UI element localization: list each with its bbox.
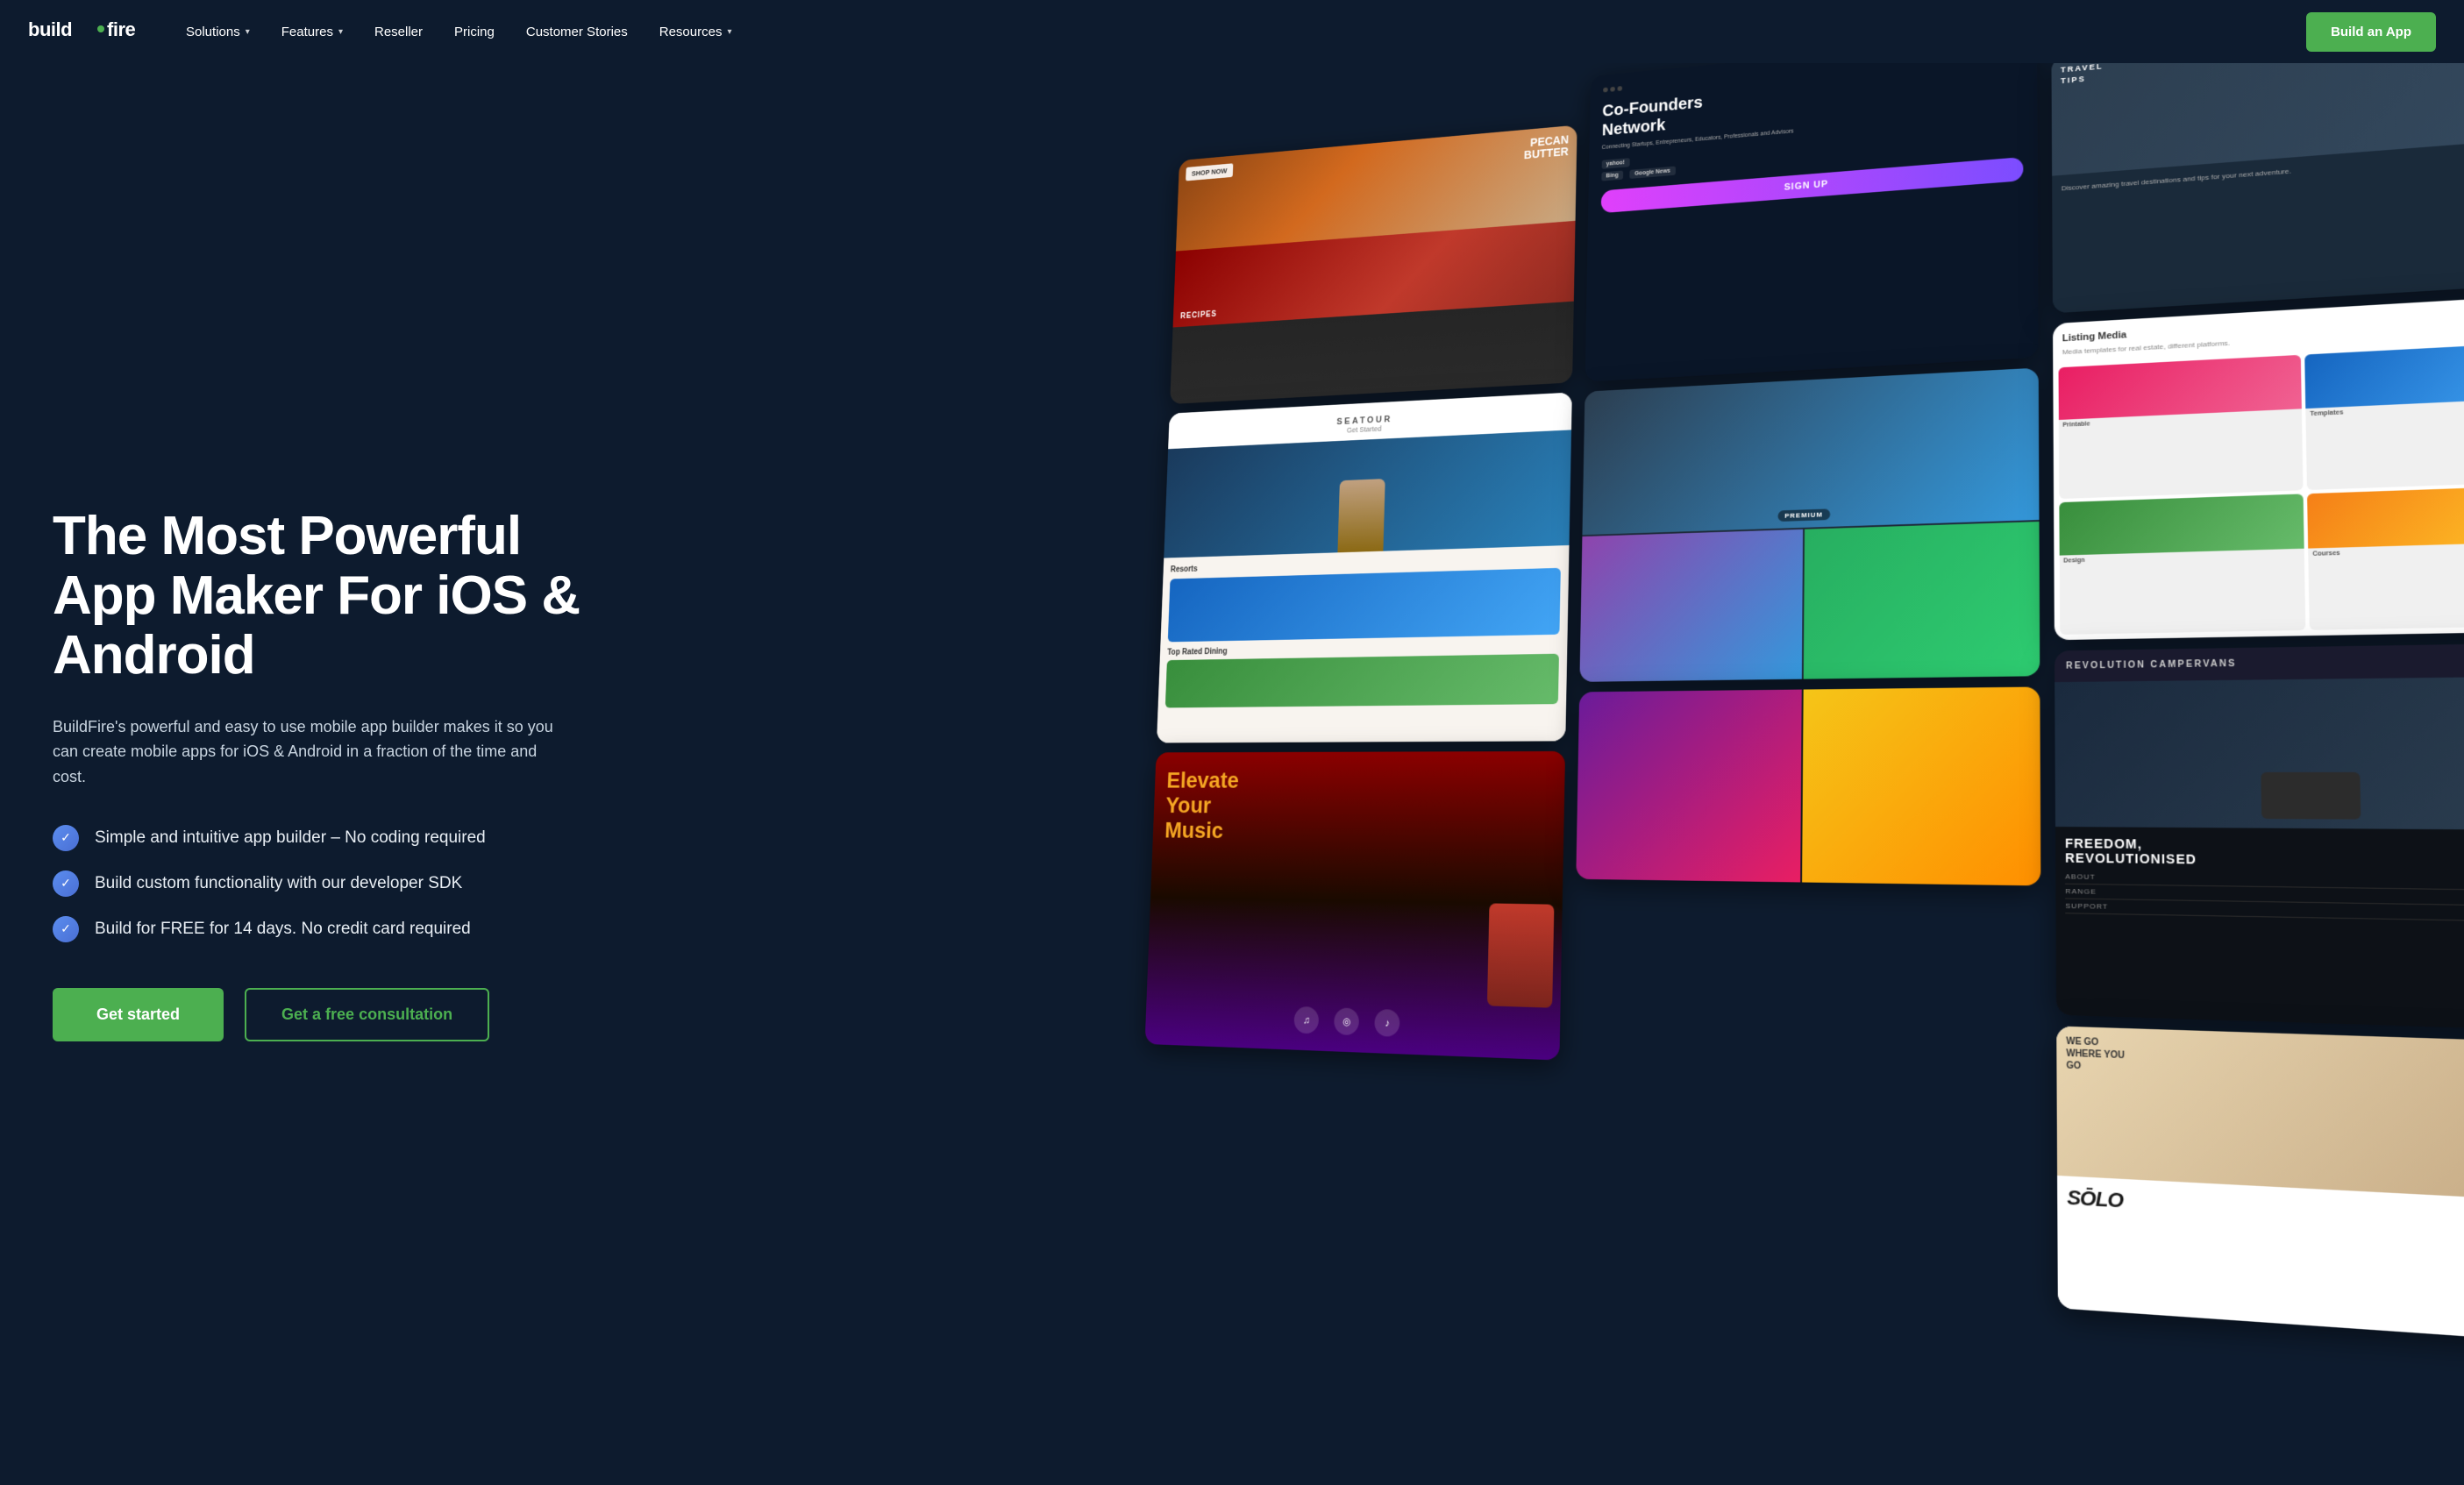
dining-image [1165, 654, 1559, 708]
music-performer-image [1487, 903, 1555, 1007]
van-header: REVOLUTION CAMPERVANS [2055, 643, 2464, 682]
check-icon-3: ✓ [53, 916, 79, 942]
food-app-mockup: SHOP NOW PECANBUTTER RECIPES [1170, 125, 1577, 404]
chevron-down-icon: ▾ [338, 27, 343, 37]
bing-logo: Bing [1601, 170, 1623, 181]
music-icon-2: ◎ [1334, 1007, 1359, 1035]
nav-links: Solutions ▾ Features ▾ Reseller Pricing … [186, 25, 2306, 39]
van-image [2261, 772, 2361, 820]
listing-item-4: Courses [2308, 484, 2464, 629]
music-app-mockup: ElevateYourMusic ♫ ◎ ♪ [1145, 751, 1565, 1061]
mockup-column-2: Co-FoundersNetwork Connecting Startups, … [1576, 63, 2041, 885]
check-icon-1: ✓ [53, 825, 79, 851]
feature-item-2: ✓ Build custom functionality with our de… [53, 870, 631, 897]
listing-app-mockup: Listing Media Media templates for real e… [2053, 294, 2464, 640]
listing-image-3 [2060, 494, 2305, 555]
travel-content: Resorts Top Rated Dining [1157, 545, 1569, 742]
features-list: ✓ Simple and intuitive app builder – No … [53, 825, 631, 942]
hero-subtitle: BuildFire's powerful and easy to use mob… [53, 714, 561, 790]
shop-now-badge: SHOP NOW [1186, 163, 1233, 181]
music-icons: ♫ ◎ ♪ [1294, 1006, 1400, 1037]
film-cell-left [1576, 690, 1802, 883]
hero-buttons: Get started Get a free consultation [53, 988, 631, 1041]
nav-features[interactable]: Features ▾ [281, 25, 343, 39]
resort-image [1168, 568, 1561, 643]
music-icon-1: ♫ [1294, 1006, 1320, 1034]
listing-image-4 [2308, 484, 2464, 548]
mockup-column-3: TRAVELTIPS Discover amazing travel desti… [2052, 63, 2464, 1346]
yahoo-logo: yahoo! [1601, 158, 1629, 169]
people-collage: PREMIUM [1579, 368, 2040, 682]
listing-item-3: Design [2060, 494, 2306, 635]
svg-text:build: build [28, 18, 72, 40]
travel-tips-mockup: TRAVELTIPS Discover amazing travel desti… [2052, 63, 2464, 313]
app-mockups: SHOP NOW PECANBUTTER RECIPES SEATOUR Get… [1128, 63, 2464, 1485]
film-inner [1576, 686, 2041, 885]
traveler-image [1338, 479, 1385, 552]
listing-item-1: Printable [2059, 355, 2304, 499]
film-app-mockup [1576, 686, 2041, 885]
person-bottom-left [1579, 529, 1803, 682]
music-inner: ElevateYourMusic ♫ ◎ ♪ [1145, 751, 1565, 1061]
google-news-logo: Google News [1630, 167, 1676, 179]
hero-section: The Most Powerful App Maker For iOS & An… [0, 63, 2464, 1485]
get-started-button[interactable]: Get started [53, 988, 224, 1041]
mockup-column-1: SHOP NOW PECANBUTTER RECIPES SEATOUR Get… [1145, 125, 1577, 1061]
navigation: build fire Solutions ▾ Features ▾ Resell… [0, 0, 2464, 63]
network-inner: Co-FoundersNetwork Connecting Startups, … [1585, 63, 2040, 382]
nav-resources[interactable]: Resources ▾ [659, 25, 732, 39]
listing-grid: Printable Templates Design Courses [2054, 336, 2464, 641]
solo-app-mockup: WE GOWHERE YOUGO SŌLO [2057, 1026, 2464, 1346]
travel-inner: SEATOUR Get Started Resorts Top Rated Di… [1157, 393, 1571, 743]
logo-link[interactable]: build fire [28, 15, 151, 48]
person-bottom-right [1804, 522, 2040, 679]
van-inner: REVOLUTION CAMPERVANS FREEDOM,REVOLUTION… [2055, 643, 2464, 1032]
solo-hero-image: WE GOWHERE YOUGO [2057, 1026, 2464, 1203]
person-top-image: PREMIUM [1582, 368, 2040, 536]
logo-text: build fire [28, 15, 151, 48]
hero-title: The Most Powerful App Maker For iOS & An… [53, 507, 631, 686]
premium-badge: PREMIUM [1778, 508, 1831, 522]
nav-solutions[interactable]: Solutions ▾ [186, 25, 250, 39]
solo-content: SŌLO [2057, 1176, 2464, 1346]
recipes-badge: RECIPES [1180, 310, 1217, 321]
feature-item-3: ✓ Build for FREE for 14 days. No credit … [53, 916, 631, 942]
check-icon-2: ✓ [53, 870, 79, 897]
listing-inner: Listing Media Media templates for real e… [2053, 294, 2464, 640]
travel-tips-label: TRAVELTIPS [2061, 63, 2104, 86]
film-cell-right [1802, 686, 2041, 885]
music-icon-3: ♪ [1375, 1009, 1400, 1037]
tips-inner: TRAVELTIPS Discover amazing travel desti… [2052, 63, 2464, 313]
chevron-down-icon: ▾ [727, 27, 731, 37]
travel-hero-image [1164, 430, 1570, 558]
listing-item-2: Templates [2305, 341, 2464, 489]
pecan-butter-label: PECANBUTTER [1524, 133, 1569, 161]
network-app-mockup: Co-FoundersNetwork Connecting Startups, … [1585, 63, 2040, 382]
we-go-text: WE GOWHERE YOUGO [2066, 1035, 2125, 1074]
van-nav-tags: ABOUT RANGE SUPPORT [2065, 872, 2464, 923]
person-bottom-row [1579, 522, 2040, 682]
nav-customer-stories[interactable]: Customer Stories [526, 25, 628, 39]
get-consultation-button[interactable]: Get a free consultation [245, 988, 489, 1041]
music-title: ElevateYourMusic [1164, 769, 1239, 844]
travel-app-mockup: SEATOUR Get Started Resorts Top Rated Di… [1157, 393, 1571, 743]
build-app-button[interactable]: Build an App [2306, 12, 2436, 52]
premium-app-mockup: PREMIUM [1579, 368, 2040, 682]
chevron-down-icon: ▾ [246, 27, 250, 37]
feature-item-1: ✓ Simple and intuitive app builder – No … [53, 825, 631, 851]
svg-text:fire: fire [107, 18, 136, 40]
solo-inner: WE GOWHERE YOUGO SŌLO [2057, 1026, 2464, 1346]
listing-image-2 [2305, 341, 2464, 409]
van-support-tag: SUPPORT [2066, 902, 2464, 923]
premium-inner: PREMIUM [1579, 368, 2040, 682]
campervan-app-mockup: REVOLUTION CAMPERVANS FREEDOM,REVOLUTION… [2055, 643, 2464, 1032]
van-brand: REVOLUTION CAMPERVANS [2066, 659, 2237, 671]
hero-content: The Most Powerful App Maker For iOS & An… [53, 507, 666, 1041]
van-content: FREEDOM,REVOLUTIONISED ABOUT RANGE SUPPO… [2055, 827, 2464, 1032]
van-hero-image [2055, 676, 2464, 830]
nav-reseller[interactable]: Reseller [374, 25, 423, 39]
nav-pricing[interactable]: Pricing [454, 25, 495, 39]
revolution-text: FREEDOM,REVOLUTIONISED [2065, 836, 2464, 871]
